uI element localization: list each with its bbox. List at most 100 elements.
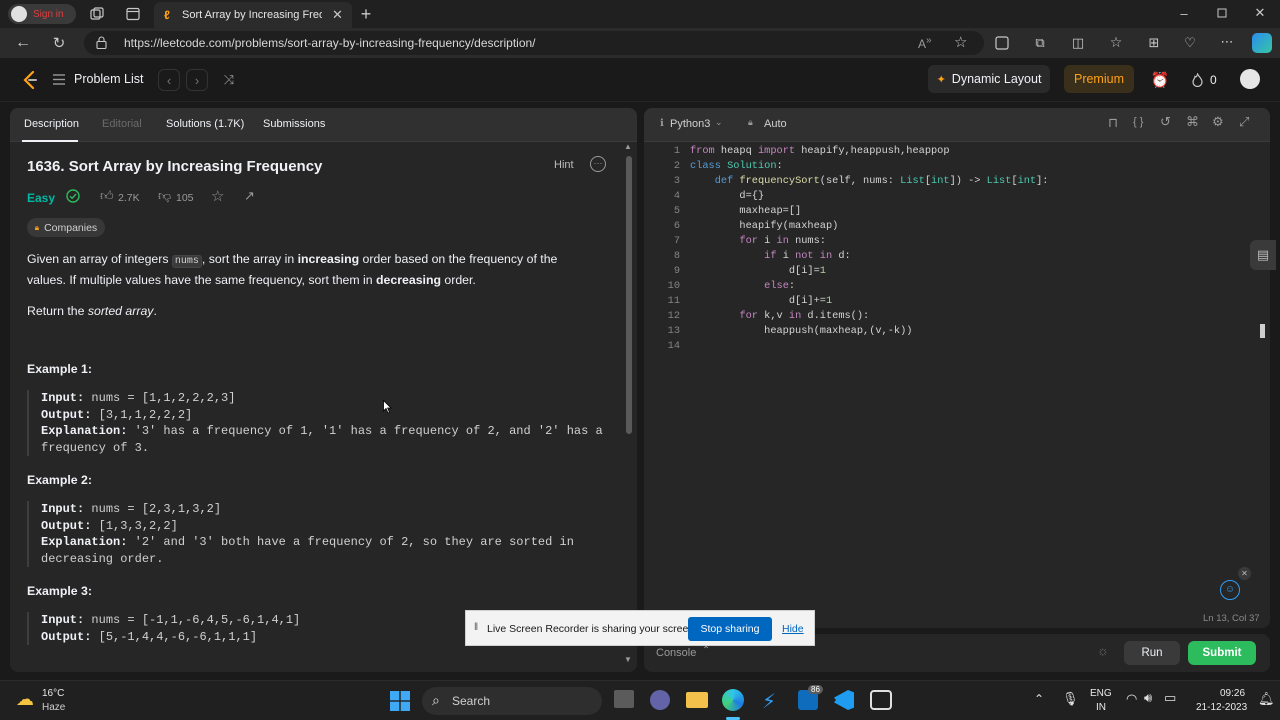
- streak-icon[interactable]: [1190, 71, 1204, 89]
- extensions-icon[interactable]: ⧉: [1032, 35, 1048, 51]
- description-scrollbar[interactable]: [626, 156, 632, 434]
- code-line[interactable]: 12 for k,v in d.items():: [644, 309, 1244, 324]
- console-toggle[interactable]: Console: [656, 647, 696, 659]
- star-icon[interactable]: ☆: [211, 187, 224, 205]
- split-screen-icon[interactable]: ◫: [1070, 35, 1086, 51]
- minimize-icon[interactable]: –: [1176, 5, 1192, 21]
- browser-split-icon[interactable]: [994, 35, 1010, 51]
- code-line[interactable]: 1 from heapq import heapify,heappush,heap…: [644, 144, 1244, 159]
- power-automate-icon[interactable]: ⚡: [762, 689, 776, 714]
- more-icon[interactable]: ···: [590, 156, 606, 172]
- address-bar[interactable]: https://leetcode.com/problems/sort-array…: [84, 31, 984, 55]
- scroll-down-arrow[interactable]: ▼: [624, 655, 632, 664]
- format-code-icon[interactable]: { }: [1133, 116, 1143, 128]
- more-options-icon[interactable]: ⋯: [1218, 34, 1236, 50]
- close-feedback-icon[interactable]: ✕: [1238, 567, 1251, 580]
- hint-link[interactable]: Hint: [554, 159, 574, 171]
- language-select[interactable]: Python3: [670, 118, 710, 130]
- problem-list-link[interactable]: Problem List: [74, 72, 143, 86]
- favorite-icon[interactable]: ☆: [954, 33, 967, 51]
- tab-description[interactable]: Description: [24, 118, 79, 130]
- clipchamp-icon[interactable]: [870, 690, 892, 710]
- premium-button[interactable]: Premium: [1064, 65, 1134, 93]
- collections-icon[interactable]: ⊞: [1146, 35, 1162, 51]
- notifications-icon[interactable]: 🔔︎: [1258, 691, 1275, 707]
- notes-side-tab[interactable]: ▤: [1250, 240, 1276, 270]
- code-line[interactable]: 4 d={}: [644, 189, 1244, 204]
- close-window-icon[interactable]: ✕: [1252, 5, 1268, 21]
- settings-icon[interactable]: ⚙: [1212, 114, 1224, 130]
- code-line[interactable]: 14: [644, 339, 1244, 354]
- weather-icon[interactable]: ☁: [16, 689, 34, 710]
- microphone-icon[interactable]: 🎙︎: [1062, 691, 1079, 707]
- reset-code-icon[interactable]: ↺: [1160, 114, 1171, 130]
- code-line[interactable]: 7 for i in nums:: [644, 234, 1244, 249]
- editor-scrollbar-thumb[interactable]: [1260, 324, 1265, 338]
- language-code[interactable]: ENG: [1090, 688, 1112, 699]
- code-line[interactable]: 6 heapify(maxheap): [644, 219, 1244, 234]
- dynamic-layout-button[interactable]: ✦ Dynamic Layout: [928, 65, 1050, 93]
- submit-button[interactable]: Submit: [1188, 641, 1256, 665]
- browser-tab[interactable]: ℓ Sort Array by Increasing Frequen ✕: [154, 2, 352, 28]
- start-icon[interactable]: [390, 691, 410, 711]
- prev-problem-button[interactable]: ‹: [158, 69, 180, 91]
- debug-icon[interactable]: ☼: [1097, 643, 1109, 658]
- timer-icon[interactable]: ⏰: [1150, 70, 1170, 90]
- folder-icon[interactable]: [686, 692, 708, 708]
- random-problem-icon[interactable]: ⤨: [218, 69, 240, 91]
- share-icon[interactable]: ↗: [244, 188, 255, 204]
- code-line[interactable]: 9 d[i]=1: [644, 264, 1244, 279]
- taskbar-search[interactable]: ⌕ Search: [422, 687, 602, 715]
- shortcuts-icon[interactable]: ⌘: [1186, 114, 1199, 130]
- volume-icon[interactable]: 🔊︎: [1144, 690, 1152, 706]
- code-line[interactable]: 8 if i not in d:: [644, 249, 1244, 264]
- file-explorer-window-icon[interactable]: [614, 690, 634, 708]
- read-aloud-icon[interactable]: A»: [918, 35, 932, 51]
- drag-handle-icon[interactable]: ‖: [474, 622, 478, 633]
- tab-solutions[interactable]: Solutions (1.7K): [166, 118, 244, 130]
- wifi-icon[interactable]: ◠: [1126, 691, 1137, 707]
- scroll-up-arrow[interactable]: ▲: [624, 142, 632, 151]
- tab-editorial[interactable]: Editorial: [102, 118, 142, 130]
- clock-time[interactable]: 09:26: [1220, 688, 1245, 699]
- leetcode-logo-icon[interactable]: [20, 70, 40, 90]
- problem-list-icon[interactable]: [52, 71, 66, 87]
- user-avatar[interactable]: [1240, 69, 1260, 89]
- auto-mode-label[interactable]: Auto: [764, 118, 787, 130]
- companies-tag[interactable]: 🔒︎ Companies: [27, 218, 105, 237]
- teams-icon[interactable]: [650, 690, 670, 710]
- code-line[interactable]: 5 maxheap=[]: [644, 204, 1244, 219]
- maximize-icon[interactable]: [1214, 5, 1230, 21]
- new-tab-icon[interactable]: +: [358, 4, 374, 24]
- run-button[interactable]: Run: [1124, 641, 1180, 665]
- back-icon[interactable]: ←: [14, 34, 32, 52]
- code-area[interactable]: 1 from heapq import heapify,heappush,heap…: [644, 144, 1264, 604]
- code-line[interactable]: 13 heappush(maxheap,(v,-k)): [644, 324, 1244, 339]
- next-problem-button[interactable]: ›: [186, 69, 208, 91]
- leetcode-header: Problem List ‹ › ⤨ ✦ Dynamic Layout Prem…: [0, 58, 1280, 102]
- code-line[interactable]: 10 else:: [644, 279, 1244, 294]
- workspaces-icon[interactable]: [88, 6, 106, 22]
- tab-submissions[interactable]: Submissions: [263, 118, 325, 130]
- edge-icon[interactable]: [722, 689, 744, 711]
- like-icon[interactable]: 👍︎: [100, 188, 114, 204]
- vscode-icon[interactable]: [834, 690, 854, 710]
- stop-sharing-button[interactable]: Stop sharing: [688, 617, 772, 641]
- favorites-icon[interactable]: ☆: [1108, 34, 1124, 50]
- chevron-up-icon[interactable]: ⌃: [1034, 692, 1044, 706]
- feedback-icon[interactable]: ☺: [1220, 580, 1240, 600]
- copilot-icon[interactable]: [1252, 33, 1272, 53]
- profile-button[interactable]: Sign in: [8, 4, 76, 24]
- browser-essentials-icon[interactable]: ♡: [1182, 35, 1198, 51]
- battery-icon[interactable]: ▭: [1164, 690, 1176, 706]
- fullscreen-icon[interactable]: ⤢: [1239, 114, 1249, 130]
- tab-actions-icon[interactable]: [124, 6, 142, 22]
- code-line[interactable]: 3 def frequencySort(self, nums: List[int…: [644, 174, 1244, 189]
- close-tab-icon[interactable]: ✕: [332, 7, 343, 23]
- code-line[interactable]: 2 class Solution:: [644, 159, 1244, 174]
- dislike-icon[interactable]: 👎︎: [158, 188, 171, 204]
- hide-link[interactable]: Hide: [782, 623, 804, 635]
- bookmark-icon[interactable]: ⊓: [1108, 115, 1118, 131]
- code-line[interactable]: 11 d[i]+=1: [644, 294, 1244, 309]
- refresh-icon[interactable]: ↻: [50, 34, 68, 52]
